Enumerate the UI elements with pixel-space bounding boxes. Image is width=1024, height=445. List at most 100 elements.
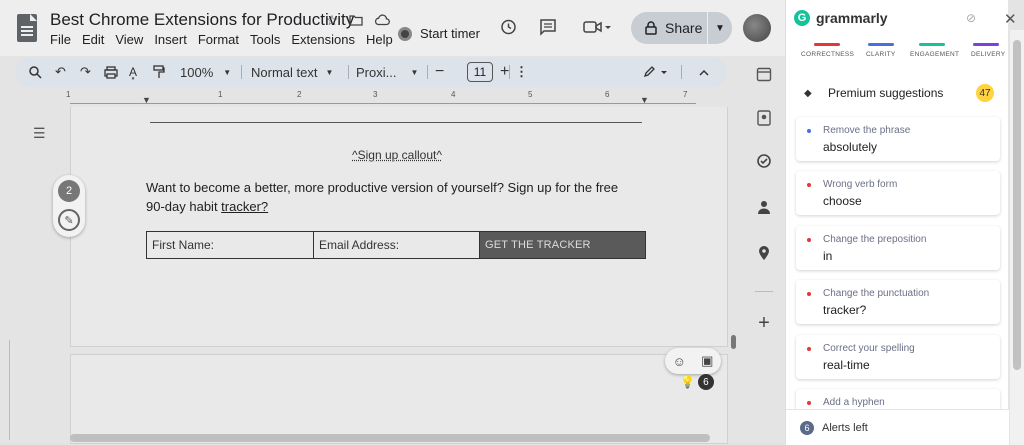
divider [241,65,242,79]
right-indent-marker-icon[interactable]: ▼ [640,95,649,105]
menu-tools[interactable]: Tools [250,32,280,47]
paragraph-line-2: 90-day habit [146,199,222,214]
grammarly-floating-widget[interactable]: 2 ✎ [53,175,85,237]
share-dropdown-icon[interactable]: ▼ [707,12,732,44]
document-title[interactable]: Best Chrome Extensions for Productivity [50,10,354,30]
suggestion-dot-icon [807,401,811,405]
category-correctness[interactable]: CORRECTNESS [801,51,854,58]
category-delivery[interactable]: DELIVERY [971,51,1005,58]
docs-logo-icon[interactable] [17,14,37,42]
start-timer-label: Start timer [420,26,480,41]
print-icon[interactable] [104,63,118,81]
get-add-ons-icon[interactable]: + [754,312,774,334]
maps-icon[interactable] [754,243,774,263]
redo-icon[interactable]: ↷ [80,63,91,81]
comments-icon[interactable] [537,16,559,38]
grammarly-logo-icon: G [794,10,810,26]
ruler-label: 4 [451,90,456,99]
suggestion-count-badge: 6 [697,374,714,390]
signup-callout-label: ^Sign up callout^ [352,148,442,162]
grammarly-brand: grammarly [816,10,888,26]
divider [427,65,428,79]
chevron-down-icon: ▼ [325,67,334,77]
keep-icon[interactable] [754,108,774,128]
font-value: Proxi... [356,64,397,80]
star-icon[interactable]: ☆ [323,11,341,29]
suggestion-widget[interactable]: 💡 6 [680,372,722,392]
ruler-label: 6 [605,90,610,99]
signup-form-table: First Name: Email Address: GET THE TRACK… [146,231,646,259]
feather-icon[interactable]: ✎ [58,209,80,231]
category-clarity[interactable]: CLARITY [866,51,896,58]
document-page[interactable] [70,107,728,347]
category-engagement[interactable]: ENGAGEMENT [910,51,959,58]
editing-mode-icon[interactable] [643,63,669,81]
menu-view[interactable]: View [115,32,143,47]
collapse-menus-icon[interactable] [699,63,709,81]
menu-extensions[interactable]: Extensions [291,32,355,47]
get-tracker-cell[interactable]: GET THE TRACKER [480,232,645,258]
premium-suggestions-card[interactable]: ◆ Premium suggestions 47 [796,77,1000,109]
font-size-input[interactable]: 11 [467,62,493,82]
version-history-icon[interactable] [497,16,519,38]
menu-edit[interactable]: Edit [82,32,104,47]
formatting-toolbar: ↶ ↷ A͓ 100% ▼ Normal text ▼ Proxi... ▼ −… [15,57,727,87]
suggestion-card[interactable]: Change the preposition in [796,226,1000,270]
signup-paragraph[interactable]: Want to become a better, more productive… [146,178,626,216]
decrease-font-size-button[interactable]: − [435,63,444,81]
increase-font-size-button[interactable]: + [500,63,509,81]
move-folder-icon[interactable] [347,11,365,29]
doc-scrollbar-thumb[interactable] [731,335,736,349]
menu-help[interactable]: Help [366,32,393,47]
menu-file[interactable]: File [50,32,71,47]
start-timer-button[interactable]: Start timer [398,26,480,41]
horizontal-ruler[interactable]: 1 1 2 3 4 5 6 7 ▼ ▼ [60,90,735,106]
contacts-icon[interactable] [754,197,774,217]
paragraph-line-1: Want to become a better, more productive… [146,180,619,195]
suggestion-value: tracker? [823,303,867,317]
close-icon[interactable]: ✕ [1004,10,1020,28]
avatar[interactable] [743,14,771,42]
ruler-label: 1 [218,90,223,99]
emoji-icon[interactable]: ☺ [673,354,686,369]
search-menus-icon[interactable] [29,63,42,81]
tasks-icon[interactable] [754,151,774,171]
chevron-down-icon: ▼ [410,67,419,77]
more-options-icon[interactable]: ⋮ [515,63,528,81]
zoom-select[interactable]: 100% ▼ [180,63,231,81]
paint-format-icon[interactable] [153,63,165,81]
eye-off-icon[interactable]: ⊘ [966,11,980,25]
emoji-reaction-widget[interactable]: ☺ ▣ [665,348,721,374]
horizontal-scrollbar[interactable] [70,434,710,442]
calendar-icon[interactable] [754,64,774,84]
first-name-cell[interactable]: First Name: [147,232,314,258]
font-select[interactable]: Proxi... ▼ [356,63,418,81]
suggestion-card[interactable]: Change the punctuation tracker? [796,280,1000,324]
spellcheck-icon[interactable]: A͓ [129,63,137,81]
paragraph-link-word[interactable]: tracker? [221,199,268,214]
suggestion-title: Change the preposition [823,234,927,245]
grammarly-footer: 6 Alerts left [786,409,1009,445]
panel-scrollbar-thumb[interactable] [1013,40,1021,370]
menu-insert[interactable]: Insert [154,32,187,47]
document-outline-icon[interactable]: ☰ [33,125,49,141]
share-main[interactable]: Share [631,20,707,36]
suggestion-dot-icon [807,347,811,351]
style-value: Normal text [251,64,318,80]
cloud-status-icon[interactable] [373,11,391,29]
suggestion-value: in [823,249,833,263]
divider [755,291,773,292]
meet-icon[interactable] [580,16,614,38]
share-button[interactable]: Share ▼ [631,12,732,44]
suggestion-card[interactable]: Wrong verb form choose [796,171,1000,215]
grammarly-alert-count[interactable]: 2 [58,180,80,202]
assistant-icon[interactable]: ▣ [701,353,713,369]
suggestion-card[interactable]: Remove the phrase absolutely [796,117,1000,161]
document-page-next[interactable] [70,354,728,444]
menu-format[interactable]: Format [198,32,239,47]
style-select[interactable]: Normal text ▼ [251,63,333,81]
suggestion-card[interactable]: Correct your spelling real-time [796,335,1000,379]
undo-icon[interactable]: ↶ [55,63,66,81]
email-cell[interactable]: Email Address: [314,232,480,258]
indent-marker-icon[interactable]: ▼ [142,95,151,105]
